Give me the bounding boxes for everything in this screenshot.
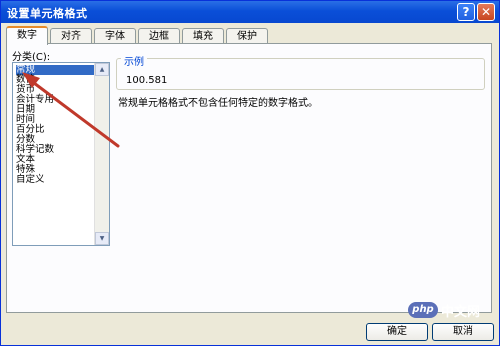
watermark-text: 中文网: [441, 305, 481, 320]
dialog-title: 设置单元格格式: [7, 7, 88, 20]
help-button[interactable]: ?: [457, 3, 475, 21]
ok-button[interactable]: 确定: [366, 323, 428, 341]
site-watermark: php 中文网: [408, 300, 494, 320]
format-description: 常规单元格格式不包含任何特定的数字格式。: [118, 98, 318, 109]
list-item-custom[interactable]: 自定义: [16, 175, 96, 185]
scroll-down-icon[interactable]: ▼: [95, 232, 109, 245]
sample-group: [116, 58, 485, 90]
tab-fill[interactable]: 填充: [182, 28, 224, 44]
tab-border[interactable]: 边框: [138, 28, 180, 44]
close-button[interactable]: ✕: [477, 3, 495, 21]
list-scrollbar[interactable]: ▲ ▼: [94, 63, 109, 245]
category-list[interactable]: 常规 数值 货币 会计专用 日期 时间 百分比 分数 科学记数 文本 特殊 自定…: [12, 62, 110, 246]
help-icon: ?: [462, 5, 470, 19]
tab-alignment[interactable]: 对齐: [50, 28, 92, 44]
tab-font[interactable]: 字体: [94, 28, 136, 44]
sample-legend: 示例: [121, 53, 147, 68]
scroll-up-icon[interactable]: ▲: [95, 63, 109, 76]
title-bar: 设置单元格格式 ? ✕: [1, 1, 499, 23]
tab-number[interactable]: 数字: [6, 26, 48, 45]
php-logo-icon: php: [408, 302, 438, 318]
cancel-button[interactable]: 取消: [432, 323, 494, 341]
category-label: 分类(C):: [12, 52, 51, 63]
tab-protection[interactable]: 保护: [226, 28, 268, 44]
sample-value: 100.581: [126, 75, 168, 86]
close-icon: ✕: [480, 5, 492, 19]
